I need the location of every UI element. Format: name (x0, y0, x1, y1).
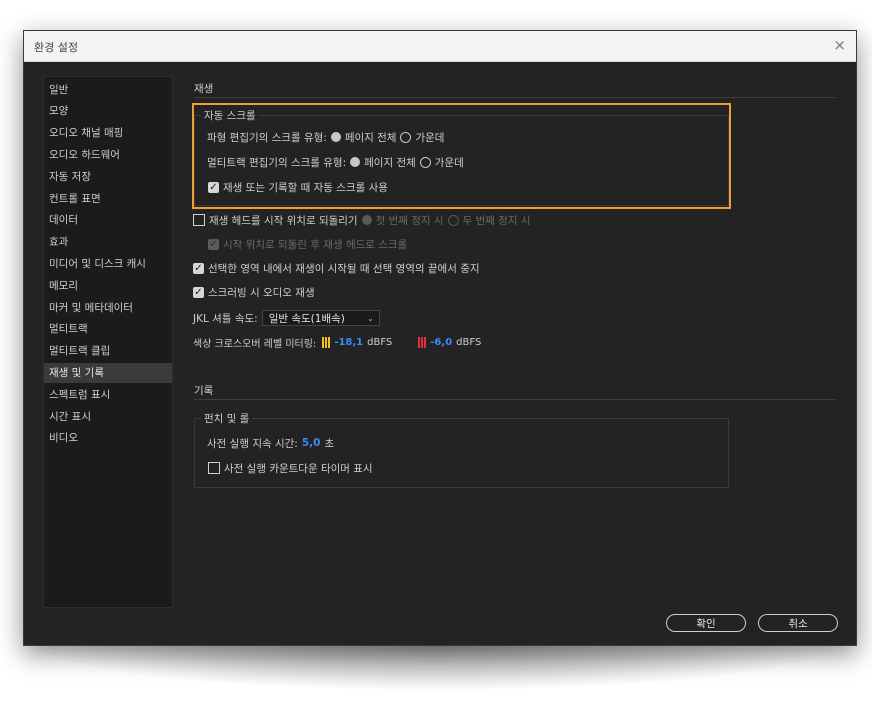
sidebar-item-multitrack[interactable]: 멀티트랙 (44, 319, 172, 339)
sidebar-item-markers-metadata[interactable]: 마커 및 메타데이터 (44, 298, 172, 318)
stop-at-selection-checkbox[interactable]: ✓ (193, 262, 204, 274)
yellow-meter-icon (322, 336, 331, 348)
sidebar-item-video[interactable]: 비디오 (44, 428, 172, 448)
scroll-to-playhead-checkbox[interactable]: ✓ (208, 238, 219, 250)
preroll-row: 사전 실행 지속 시간: 5,0 초 (207, 435, 334, 451)
waveform-scroll-row: 파형 편집기의 스크롤 유형: 페이지 전체 가운데 (207, 129, 444, 145)
sidebar-item-audio-channel-mapping[interactable]: 오디오 채널 매핑 (44, 123, 172, 143)
sidebar-item-memory[interactable]: 메모리 (44, 276, 172, 296)
waveform-page-radio[interactable] (330, 132, 341, 142)
punch-roll-group: 펀치 및 롤 (194, 411, 729, 488)
countdown-label[interactable]: 사전 실행 카운트다운 타이머 표시 (224, 461, 373, 476)
return-playhead-row: 재생 헤드를 시작 위치로 되돌리기 첫 번째 정지 시 두 번째 정지 시 (193, 212, 531, 228)
sidebar-item-general[interactable]: 일반 (44, 80, 172, 100)
stop-at-selection-row[interactable]: ✓ 선택한 영역 내에서 재생이 시작될 때 선택 영역의 끝에서 중지 (193, 260, 480, 276)
return-playhead-options: 첫 번째 정지 시 두 번째 정지 시 (361, 212, 531, 228)
sidebar-item-effects[interactable]: 효과 (44, 232, 172, 252)
window-title: 환경 설정 (34, 41, 78, 54)
countdown-checkbox[interactable] (208, 462, 220, 474)
sidebar-item-auto-save[interactable]: 자동 저장 (44, 167, 172, 187)
sidebar-item-audio-hardware[interactable]: 오디오 하드웨어 (44, 145, 172, 165)
second-stop-label[interactable]: 두 번째 정지 시 (463, 213, 531, 228)
sidebar-item-multitrack-clips[interactable]: 멀티트랙 클립 (44, 341, 172, 361)
recording-section-title: 기록 (194, 385, 214, 397)
multitrack-scroll-label: 멀티트랙 편집기의 스크롤 유형: (207, 156, 347, 169)
preferences-dialog: 환경 설정 × 일반 모양 오디오 채널 매핑 오디오 하드웨어 자동 저장 컨… (23, 30, 857, 646)
enable-autoscroll-row[interactable]: ✓ 재생 또는 기록할 때 자동 스크롤 사용 (208, 179, 388, 195)
waveform-page-label[interactable]: 페이지 전체 (345, 130, 397, 145)
red-crossover-unit: dBFS (456, 336, 482, 348)
scrub-audio-checkbox[interactable]: ✓ (193, 286, 204, 298)
chevron-down-icon: ⌄ (366, 314, 374, 323)
preroll-unit: 초 (324, 437, 335, 450)
sidebar-item-appearance[interactable]: 모양 (44, 101, 172, 121)
scrub-audio-label[interactable]: 스크러빙 시 오디오 재생 (208, 285, 315, 300)
cancel-button[interactable]: 취소 (758, 614, 838, 632)
red-meter-icon (418, 336, 427, 348)
yellow-crossover-unit: dBFS (367, 336, 393, 348)
crossover-label: 색상 크로스오버 레벨 미터링: (193, 338, 317, 350)
enable-autoscroll-label[interactable]: 재생 또는 기록할 때 자동 스크롤 사용 (223, 180, 388, 195)
sidebar-item-playback-recording[interactable]: 재생 및 기록 (44, 363, 172, 383)
multitrack-center-radio[interactable] (419, 156, 431, 168)
red-crossover-value[interactable]: -6,0 (430, 337, 452, 348)
first-stop-radio[interactable] (361, 215, 372, 225)
scroll-to-playhead-label[interactable]: 시작 위치로 되돌린 후 재생 헤드로 스크롤 (223, 237, 407, 252)
waveform-center-radio[interactable] (400, 131, 412, 143)
multitrack-page-label[interactable]: 페이지 전체 (364, 155, 416, 170)
sidebar-item-data[interactable]: 데이터 (44, 210, 172, 230)
close-icon[interactable]: × (833, 36, 846, 54)
multitrack-scroll-row: 멀티트랙 편집기의 스크롤 유형: 페이지 전체 가운데 (207, 154, 464, 170)
recording-divider (194, 399, 836, 400)
scrub-audio-row[interactable]: ✓ 스크러빙 시 오디오 재생 (193, 284, 315, 300)
sidebar-item-control-surface[interactable]: 컨트롤 표면 (44, 189, 172, 209)
punch-roll-legend: 펀치 및 롤 (201, 411, 253, 426)
jkl-speed-select[interactable]: 일반 속도(1배속) ⌄ (261, 310, 380, 326)
return-playhead-label[interactable]: 재생 헤드를 시작 위치로 되돌리기 (209, 213, 358, 228)
title-bar: 환경 설정 × (24, 31, 856, 62)
first-stop-label[interactable]: 첫 번째 정지 시 (376, 213, 444, 228)
enable-autoscroll-checkbox[interactable]: ✓ (208, 181, 219, 193)
stop-at-selection-label[interactable]: 선택한 영역 내에서 재생이 시작될 때 선택 영역의 끝에서 중지 (208, 261, 480, 276)
sidebar-item-media-disk-cache[interactable]: 미디어 및 디스크 캐시 (44, 254, 172, 274)
jkl-speed-row: JKL 셔틀 속도: 일반 속도(1배속) ⌄ (193, 310, 380, 326)
jkl-speed-value: 일반 속도(1배속) (268, 313, 345, 325)
multitrack-page-radio[interactable] (350, 157, 361, 167)
second-stop-radio[interactable] (447, 214, 459, 226)
yellow-crossover-value[interactable]: -18,1 (334, 337, 363, 348)
waveform-center-label[interactable]: 가운데 (415, 130, 444, 145)
jkl-speed-label: JKL 셔틀 속도: (193, 312, 258, 325)
sidebar-item-spectral-display[interactable]: 스펙트럼 표시 (44, 385, 172, 405)
return-playhead-checkbox[interactable] (193, 214, 205, 226)
playback-divider (194, 97, 836, 98)
ok-button[interactable]: 확인 (666, 614, 746, 632)
preroll-value[interactable]: 5,0 (302, 437, 321, 449)
playback-section-title: 재생 (194, 83, 214, 95)
preroll-label: 사전 실행 지속 시간: (207, 437, 298, 450)
waveform-scroll-label: 파형 편집기의 스크롤 유형: (207, 131, 327, 144)
crossover-row: 색상 크로스오버 레벨 미터링: -18,1 dBFS -6,0 dBFS (193, 334, 481, 350)
countdown-row[interactable]: 사전 실행 카운트다운 타이머 표시 (208, 460, 373, 476)
multitrack-center-label[interactable]: 가운데 (435, 155, 464, 170)
scroll-to-playhead-row: ✓ 시작 위치로 되돌린 후 재생 헤드로 스크롤 (208, 236, 407, 252)
sidebar-item-time-display[interactable]: 시간 표시 (44, 407, 172, 427)
category-list[interactable]: 일반 모양 오디오 채널 매핑 오디오 하드웨어 자동 저장 컨트롤 표면 데이… (43, 76, 173, 608)
